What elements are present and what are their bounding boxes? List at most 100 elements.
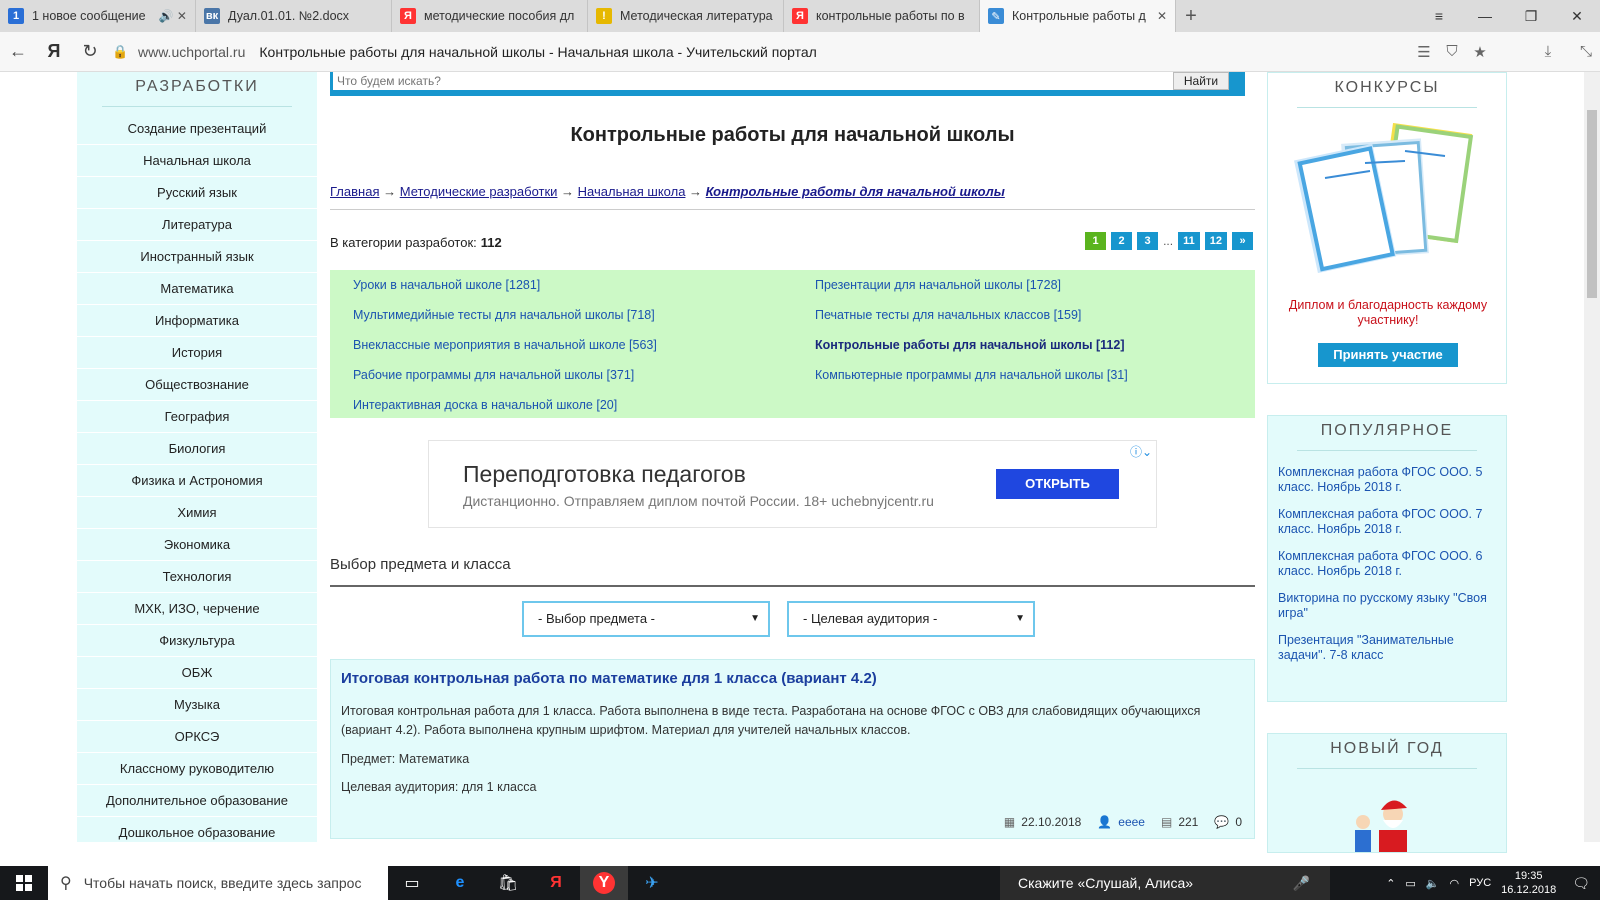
task-view-icon[interactable]: ▭ [388, 866, 436, 900]
sidebar-item[interactable]: Дополнительное образование [77, 785, 317, 817]
subcategory-link[interactable]: Контрольные работы для начальной школы [… [815, 338, 1255, 368]
reader-mode-icon[interactable]: ☰ [1410, 43, 1438, 61]
browser-tab[interactable]: Яметодические пособия дл [392, 0, 588, 32]
wifi-icon[interactable]: ◠ [1450, 877, 1460, 890]
subcategory-link[interactable]: Мультимедийные тесты для начальной школы… [353, 308, 815, 338]
back-button[interactable]: ← [0, 32, 36, 72]
sidebar-item[interactable]: Физика и Астрономия [77, 465, 317, 497]
pagination-page[interactable]: 11 [1178, 232, 1200, 250]
ad-open-button[interactable]: ОТКРЫТЬ [996, 469, 1119, 499]
mail-app-icon[interactable]: ✈ [628, 866, 676, 900]
store-icon[interactable]: 🛍 [484, 866, 532, 900]
popular-link[interactable]: Комплексная работа ФГОС ООО. 5 класс. Но… [1278, 465, 1496, 495]
search-button[interactable]: Найти [1173, 72, 1229, 90]
yandex-icon[interactable]: Y [580, 866, 628, 900]
menu-icon[interactable]: ≡ [1416, 0, 1462, 32]
minimize-button[interactable]: — [1462, 0, 1508, 32]
breadcrumb-link[interactable]: Контрольные работы для начальной школы [706, 184, 1005, 199]
sidebar-item[interactable]: Музыка [77, 689, 317, 721]
volume-icon[interactable]: 🔈 [1426, 877, 1440, 890]
ad-info-icon[interactable]: ⓘ⌄ [1130, 443, 1152, 460]
ad-banner[interactable]: Переподготовка педагогов Дистанционно. О… [428, 440, 1157, 528]
browser-tab[interactable]: 1 1 новое сообщение 🔊 ✕ [0, 0, 196, 32]
sidebar-item[interactable]: Дошкольное образование [77, 817, 317, 842]
subcategory-link[interactable]: Интерактивная доска в начальной школе [2… [353, 398, 815, 428]
notifications-icon[interactable]: 🗨 [1572, 875, 1590, 892]
clock[interactable]: 19:35 16.12.2018 [1501, 869, 1556, 897]
yandex-logo-icon[interactable]: Я [36, 32, 72, 72]
sidebar-item[interactable]: Русский язык [77, 177, 317, 209]
browser-tab[interactable]: Яконтрольные работы по в [784, 0, 980, 32]
subcategory-link[interactable]: Компьютерные программы для начальной шко… [815, 368, 1255, 398]
audience-select[interactable]: - Целевая аудитория - ▼ [787, 601, 1035, 637]
alice-voice-bar[interactable]: Скажите «Слушай, Алиса» 🎤 [1000, 866, 1330, 900]
url-field[interactable]: 🔒 www.uchportal.ru Контрольные работы дл… [108, 32, 1410, 72]
search-input[interactable] [333, 72, 1173, 90]
popular-link[interactable]: Викторина по русскому языку "Своя игра" [1278, 591, 1496, 621]
sidebar-item[interactable]: Химия [77, 497, 317, 529]
sidebar-item[interactable]: Начальная школа [77, 145, 317, 177]
battery-icon[interactable]: ▭ [1405, 877, 1415, 890]
breadcrumb-link[interactable]: Начальная школа [578, 184, 686, 199]
sidebar-item[interactable]: Технология [77, 561, 317, 593]
popular-link[interactable]: Презентация "Занимательные задачи". 7-8 … [1278, 633, 1496, 663]
sidebar-item[interactable]: Классному руководителю [77, 753, 317, 785]
subcategory-link[interactable]: Презентации для начальной школы [1728] [815, 278, 1255, 308]
breadcrumb-link[interactable]: Главная [330, 184, 379, 199]
pagination-page[interactable]: » [1232, 232, 1253, 250]
popular-link[interactable]: Комплексная работа ФГОС ООО. 7 класс. Но… [1278, 507, 1496, 537]
vertical-scrollbar[interactable] [1584, 72, 1600, 842]
pagination-page[interactable]: 1 [1085, 232, 1107, 250]
sidebar-item[interactable]: История [77, 337, 317, 369]
sidebar-item[interactable]: Иностранный язык [77, 241, 317, 273]
sidebar-item[interactable]: ОРКСЭ [77, 721, 317, 753]
language-indicator[interactable]: РУС [1469, 877, 1491, 889]
sidebar-item[interactable]: Биология [77, 433, 317, 465]
sidebar-item[interactable]: Физкультура [77, 625, 317, 657]
popular-link[interactable]: Комплексная работа ФГОС ООО. 6 класс. Но… [1278, 549, 1496, 579]
sidebar-item[interactable]: ОБЖ [77, 657, 317, 689]
close-window-button[interactable]: ✕ [1554, 0, 1600, 32]
pagination-page[interactable]: 2 [1111, 232, 1133, 250]
bookmark-star-icon[interactable]: ★ [1466, 43, 1494, 61]
new-tab-button[interactable]: + [1176, 0, 1206, 32]
expand-icon[interactable]: ⤡ [1572, 43, 1600, 60]
subcategory-link[interactable]: Внеклассные мероприятия в начальной школ… [353, 338, 815, 368]
breadcrumb-link[interactable]: Методические разработки [400, 184, 558, 199]
ad-title[interactable]: Переподготовка педагогов [463, 461, 746, 488]
santa-image[interactable] [1333, 792, 1453, 852]
subcategory-link[interactable]: Рабочие программы для начальной школы [3… [353, 368, 815, 398]
diplomas-image[interactable] [1290, 123, 1486, 273]
edge-icon[interactable]: e [436, 866, 484, 900]
browser-tab[interactable]: ! Методическая литература [588, 0, 784, 32]
tab-close-icon[interactable]: 🔊 ✕ [159, 9, 187, 23]
sidebar-item[interactable]: Математика [77, 273, 317, 305]
browser-tab[interactable]: вк Дуал.01.01. №2.docx [196, 0, 392, 32]
taskbar-search-input[interactable]: ⚲ Чтобы начать поиск, введите здесь запр… [48, 866, 388, 900]
sidebar-item[interactable]: Информатика [77, 305, 317, 337]
sidebar-item[interactable]: Обществознание [77, 369, 317, 401]
download-icon[interactable]: ⤓ [1534, 43, 1562, 60]
sidebar-item[interactable]: Экономика [77, 529, 317, 561]
sidebar-item[interactable]: Создание презентаций [77, 113, 317, 145]
subject-select[interactable]: - Выбор предмета - ▼ [522, 601, 770, 637]
yandex-browser-icon[interactable]: Я [532, 866, 580, 900]
scrollbar-thumb[interactable] [1587, 110, 1597, 298]
subcategory-link[interactable]: Уроки в начальной школе [1281] [353, 278, 815, 308]
sidebar-item[interactable]: География [77, 401, 317, 433]
subcategory-link[interactable]: Печатные тесты для начальных классов [15… [815, 308, 1255, 338]
windows-start-icon[interactable] [0, 866, 48, 900]
microphone-icon[interactable]: 🎤 [1293, 875, 1310, 892]
pagination-page[interactable]: 3 [1137, 232, 1159, 250]
protect-icon[interactable]: ⛉ [1438, 43, 1466, 60]
maximize-button[interactable]: ❐ [1508, 0, 1554, 32]
tab-close-icon[interactable]: ✕ [1157, 9, 1167, 23]
item-author-link[interactable]: eeee [1118, 815, 1145, 829]
pagination-page[interactable]: 12 [1204, 232, 1227, 250]
item-title-link[interactable]: Итоговая контрольная работа по математик… [341, 670, 877, 687]
reload-button[interactable]: ↻ [72, 32, 108, 72]
browser-tab[interactable]: ✎ Контрольные работы д ✕ [980, 0, 1176, 32]
sidebar-item[interactable]: МХК, ИЗО, черчение [77, 593, 317, 625]
sidebar-item[interactable]: Литература [77, 209, 317, 241]
tray-chevron-icon[interactable]: ⌃ [1386, 877, 1395, 890]
